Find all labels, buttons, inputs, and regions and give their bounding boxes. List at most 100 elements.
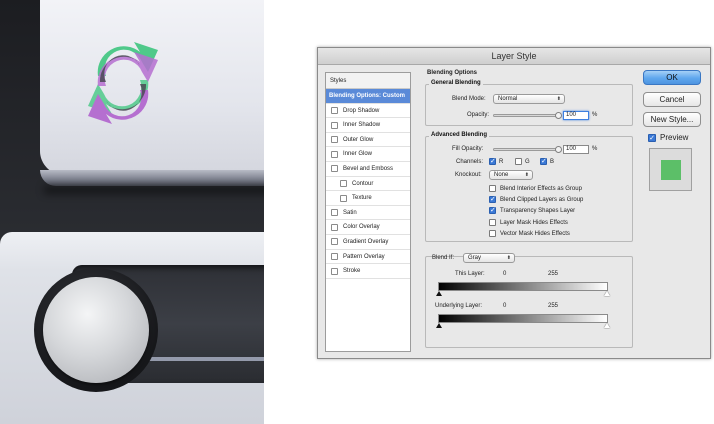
screenshot: Layer Style Styles Blending Options: Cus…: [0, 0, 714, 424]
style-item[interactable]: Pattern Overlay: [326, 250, 410, 265]
blend-mode-label: Blend Mode:: [452, 96, 486, 102]
blend-mode-value: Normal: [498, 96, 518, 102]
style-item-label: Stroke: [343, 268, 361, 275]
style-item-label: Drop Shadow: [343, 107, 380, 114]
this-layer-white-stop[interactable]: [604, 291, 610, 296]
cancel-button[interactable]: Cancel: [643, 92, 701, 107]
general-blending-group: [425, 84, 633, 126]
channel-g-checkbox[interactable]: [515, 158, 522, 165]
channels-label: Channels:: [456, 159, 484, 165]
preview-thumbnail: [649, 148, 692, 191]
blend-if-select[interactable]: Gray ⬍: [463, 253, 515, 263]
opacity-percent: %: [592, 112, 598, 118]
blend-if-group: [425, 256, 633, 348]
style-item[interactable]: Inner Glow: [326, 147, 410, 162]
knockout-label: Knockout:: [455, 172, 482, 178]
blend-mode-select[interactable]: Normal ⬍: [493, 94, 565, 104]
style-item[interactable]: Outer Glow: [326, 133, 410, 148]
style-checkbox[interactable]: [331, 165, 338, 173]
style-item-label: Color Overlay: [343, 224, 380, 231]
advanced-option-checkbox[interactable]: [489, 229, 496, 237]
channel-b-label: B: [550, 159, 555, 165]
fill-opacity-percent: %: [592, 146, 598, 152]
style-item[interactable]: Color Overlay: [326, 220, 410, 235]
style-checkbox[interactable]: [331, 238, 338, 246]
styles-list-header[interactable]: Styles: [326, 73, 410, 89]
advanced-option-label: Layer Mask Hides Effects: [500, 219, 568, 226]
this-layer-label: This Layer:: [455, 271, 485, 277]
style-checkbox[interactable]: [340, 180, 347, 188]
fill-opacity-slider-handle[interactable]: [555, 146, 562, 153]
advanced-option-checkbox[interactable]: ✓: [489, 196, 496, 204]
style-item[interactable]: Inner Shadow: [326, 118, 410, 133]
fill-opacity-input[interactable]: 100: [563, 145, 589, 154]
style-checkbox[interactable]: [340, 194, 347, 202]
general-blending-title: General Blending: [429, 80, 483, 86]
style-item-label: Texture: [352, 195, 372, 202]
style-item-label: Inner Glow: [343, 151, 373, 158]
channel-b-checkbox[interactable]: ✓: [540, 158, 547, 165]
style-item[interactable]: Contour: [326, 177, 410, 192]
style-checkbox[interactable]: [331, 223, 338, 231]
advanced-blending-title: Advanced Blending: [429, 132, 490, 138]
knockout-select[interactable]: None ⬍: [489, 170, 533, 180]
this-layer-max: 255: [548, 271, 559, 277]
style-checkbox[interactable]: [331, 121, 338, 129]
style-item[interactable]: Satin: [326, 206, 410, 221]
this-layer-gradient[interactable]: [438, 282, 608, 291]
style-item[interactable]: Texture: [326, 191, 410, 206]
chevron-updown-icon: ⬍: [524, 172, 529, 178]
advanced-option-checkbox[interactable]: [489, 218, 496, 226]
style-item-label: Inner Shadow: [343, 122, 381, 129]
styles-list: Styles Blending Options: Custom Drop Shad…: [325, 72, 411, 352]
app-tile-edge: [40, 170, 264, 186]
style-checkbox[interactable]: [331, 150, 338, 158]
style-item-label: Pattern Overlay: [343, 253, 385, 260]
new-style-button[interactable]: New Style...: [643, 112, 701, 127]
underlying-layer-white-stop[interactable]: [604, 323, 610, 328]
style-item-label: Satin: [343, 209, 357, 216]
styles-items: Blending Options: Custom Drop Shadow Inner…: [326, 89, 410, 279]
app-tile-shadow: [44, 186, 264, 194]
underlying-layer-black-stop[interactable]: [436, 323, 442, 328]
knockout-value: None: [494, 172, 509, 178]
underlying-layer-max: 255: [548, 303, 559, 309]
style-checkbox[interactable]: [331, 136, 338, 144]
style-checkbox[interactable]: [331, 253, 338, 261]
channel-r-checkbox[interactable]: ✓: [489, 158, 496, 165]
underlying-layer-gradient[interactable]: [438, 314, 608, 323]
advanced-option-checkbox[interactable]: ✓: [489, 207, 496, 215]
preview-checkbox[interactable]: ✓: [648, 134, 656, 142]
style-item[interactable]: Gradient Overlay: [326, 235, 410, 250]
preview-swatch-color: [661, 160, 681, 180]
style-item-label: Blending Options: Custom: [329, 93, 405, 99]
dialog-title: Layer Style: [318, 48, 710, 65]
advanced-option-checkbox[interactable]: [489, 185, 496, 192]
refresh-icon: [88, 42, 158, 124]
fill-opacity-label: Fill Opacity:: [452, 146, 484, 152]
underlying-layer-label: Underlying Layer:: [435, 303, 483, 309]
artwork-panel: [0, 0, 264, 424]
style-item[interactable]: Stroke: [326, 264, 410, 279]
style-item-label: Outer Glow: [343, 136, 374, 143]
chevron-updown-icon: ⬍: [556, 96, 561, 102]
blend-if-label: Blend If:: [432, 255, 455, 261]
channel-r-label: R: [499, 159, 504, 165]
style-item[interactable]: Bevel and Emboss: [326, 162, 410, 177]
style-checkbox[interactable]: [331, 209, 338, 217]
this-layer-black-stop[interactable]: [436, 291, 442, 296]
style-item-label: Bevel and Emboss: [343, 165, 394, 172]
layer-style-dialog: Layer Style Styles Blending Options: Cus…: [317, 47, 711, 359]
style-checkbox[interactable]: [331, 107, 338, 115]
ok-button[interactable]: OK: [643, 70, 701, 85]
style-item[interactable]: Blending Options: Custom: [326, 89, 410, 104]
opacity-slider[interactable]: [493, 114, 559, 117]
style-item[interactable]: Drop Shadow: [326, 104, 410, 119]
opacity-input[interactable]: 100: [563, 111, 589, 120]
advanced-option-label: Vector Mask Hides Effects: [500, 230, 570, 237]
this-layer-min: 0: [503, 271, 507, 277]
fill-opacity-slider[interactable]: [493, 148, 559, 151]
chevron-updown-icon: ⬍: [506, 255, 511, 261]
style-checkbox[interactable]: [331, 267, 338, 275]
opacity-slider-handle[interactable]: [555, 112, 562, 119]
